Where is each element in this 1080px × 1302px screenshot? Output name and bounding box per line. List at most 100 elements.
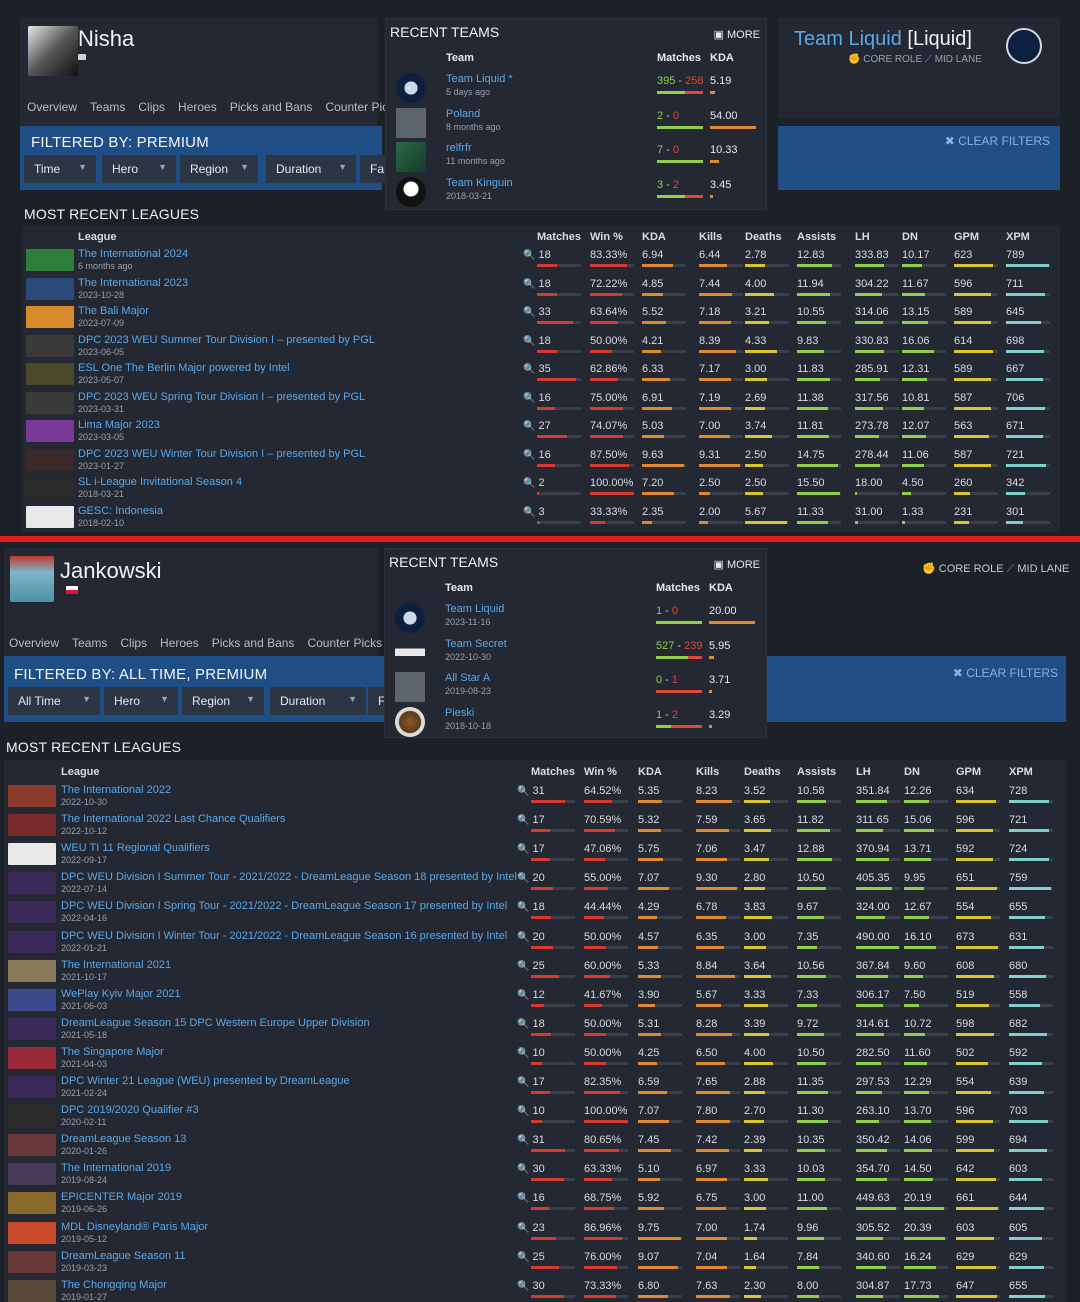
league-row[interactable]: GESC: Indonesia 2018-02-10 🔍 3 33.33% 2.35 2.0…	[22, 503, 1060, 532]
league-row[interactable]: The Bali Major 2023-07-09 🔍 33 63.64% 5.52 7.1…	[22, 303, 1060, 332]
search-icon[interactable]: 🔍	[517, 990, 529, 1001]
search-icon[interactable]: 🔍	[517, 1048, 529, 1059]
col-kills[interactable]: Kills	[696, 766, 719, 778]
league-row[interactable]: The International 2021 2021-10-17 🔍 25 60.00…	[4, 957, 1066, 986]
cell-matches[interactable]: 🔍 17	[517, 1076, 545, 1088]
cell-matches[interactable]: 🔍 10	[517, 1047, 545, 1059]
col-assists[interactable]: Assists	[797, 231, 836, 243]
team-row[interactable]: Team Kinguin 2018-03-21 3 - 2 3.45	[392, 175, 762, 209]
nav-clips[interactable]: Clips	[138, 100, 165, 114]
cell-matches[interactable]: 🔍 31	[517, 1134, 545, 1146]
col-gpm[interactable]: GPM	[954, 231, 979, 243]
league-row[interactable]: DPC WEU Division I Winter Tour - 2021/20…	[4, 928, 1066, 957]
league-row[interactable]: DreamLeague Season 15 DPC Western Europe…	[4, 1015, 1066, 1044]
search-icon[interactable]: 🔍	[517, 932, 529, 943]
search-icon[interactable]: 🔍	[517, 1164, 529, 1175]
search-icon[interactable]: 🔍	[523, 478, 535, 489]
search-icon[interactable]: 🔍	[517, 1135, 529, 1146]
cell-matches[interactable]: 🔍 18	[517, 901, 545, 913]
search-icon[interactable]: 🔍	[517, 1077, 529, 1088]
cell-matches[interactable]: 🔍 17	[517, 843, 545, 855]
search-icon[interactable]: 🔍	[517, 902, 529, 913]
search-icon[interactable]: 🔍	[517, 1106, 529, 1117]
col-lh[interactable]: LH	[855, 231, 870, 243]
league-row[interactable]: DPC 2023 WEU Winter Tour Division I – pr…	[22, 446, 1060, 475]
search-icon[interactable]: 🔍	[523, 450, 535, 461]
col-xpm[interactable]: XPM	[1009, 766, 1033, 778]
league-name[interactable]: DPC 2019/2020 Qualifier #3	[61, 1104, 199, 1116]
search-icon[interactable]: 🔍	[517, 815, 529, 826]
filter-time[interactable]: Time ▼	[24, 155, 96, 183]
league-name[interactable]: DreamLeague Season 15 DPC Western Europe…	[61, 1017, 370, 1029]
filter-region[interactable]: Region ▼	[182, 687, 264, 715]
team-name[interactable]: Team Liquid *	[446, 73, 513, 85]
cell-matches[interactable]: 🔍 18	[517, 1018, 545, 1030]
team-name[interactable]: Team Liquid	[445, 603, 504, 615]
col-league[interactable]: League	[78, 231, 117, 243]
col-kda[interactable]: KDA	[642, 231, 666, 243]
league-name[interactable]: The International 2023	[78, 277, 188, 289]
filter-region[interactable]: Region ▼	[180, 155, 258, 183]
cell-matches[interactable]: 🔍 18	[523, 278, 551, 290]
search-icon[interactable]: 🔍	[523, 250, 535, 261]
player-avatar[interactable]	[10, 556, 54, 602]
more-link[interactable]: ▣ MORE	[714, 558, 760, 571]
league-row[interactable]: DreamLeague Season 11 2019-03-23 🔍 25 76.00%…	[4, 1248, 1066, 1277]
search-icon[interactable]: 🔍	[517, 1193, 529, 1204]
league-row[interactable]: DPC 2023 WEU Summer Tour Division I – pr…	[22, 332, 1060, 361]
search-icon[interactable]: 🔍	[523, 364, 535, 375]
team-row[interactable]: All Star A 2019-08-23 0 - 1 3.71	[391, 670, 761, 704]
league-row[interactable]: Lima Major 2023 2023-03-05 🔍 27 74.07% 5.03 7.…	[22, 417, 1060, 446]
cell-matches[interactable]: 🔍 10	[517, 1105, 545, 1117]
clear-filters-button[interactable]: ✖ CLEAR FILTERS	[953, 666, 1058, 680]
team-name[interactable]: relfrfr	[446, 142, 472, 154]
nav-overview[interactable]: Overview	[27, 100, 77, 114]
league-row[interactable]: The International 2022 2022-10-30 🔍 31 64.52…	[4, 782, 1066, 811]
col-dn[interactable]: DN	[902, 231, 918, 243]
cell-matches[interactable]: 🔍 12	[517, 989, 545, 1001]
league-row[interactable]: The Chongqing Major 2019-01-27 🔍 30 73.33% 6.…	[4, 1277, 1066, 1302]
nav-overview[interactable]: Overview	[9, 636, 59, 650]
league-name[interactable]: DPC WEU Division I Summer Tour - 2021/20…	[61, 871, 517, 883]
search-icon[interactable]: 🔍	[517, 786, 529, 797]
league-name[interactable]: Lima Major 2023	[78, 419, 160, 431]
cell-matches[interactable]: 🔍 2	[523, 477, 545, 489]
search-icon[interactable]: 🔍	[523, 421, 535, 432]
col-xpm[interactable]: XPM	[1006, 231, 1030, 243]
cell-matches[interactable]: 🔍 3	[523, 506, 545, 518]
col-matches[interactable]: Matches	[531, 766, 575, 778]
filter-duration[interactable]: Duration ▼	[270, 687, 366, 715]
search-icon[interactable]: 🔍	[523, 507, 535, 518]
col-kda[interactable]: KDA	[638, 766, 662, 778]
nav-picks-bans[interactable]: Picks and Bans	[212, 636, 295, 650]
nav-picks-bans[interactable]: Picks and Bans	[230, 100, 313, 114]
league-name[interactable]: DreamLeague Season 13	[61, 1133, 186, 1145]
search-icon[interactable]: 🔍	[523, 336, 535, 347]
col-dn[interactable]: DN	[904, 766, 920, 778]
league-name[interactable]: DPC 2023 WEU Spring Tour Division I – pr…	[78, 391, 365, 403]
league-name[interactable]: ESL One The Berlin Major powered by Inte…	[78, 362, 290, 374]
cell-matches[interactable]: 🔍 16	[523, 449, 551, 461]
league-name[interactable]: The International 2022 Last Chance Quali…	[61, 813, 285, 825]
league-row[interactable]: WePlay Kyiv Major 2021 2021-06-03 🔍 12 41.67…	[4, 986, 1066, 1015]
league-name[interactable]: DPC Winter 21 League (WEU) presented by …	[61, 1075, 350, 1087]
league-name[interactable]: WEU TI 11 Regional Qualifiers	[61, 842, 210, 854]
cell-matches[interactable]: 🔍 31	[517, 785, 545, 797]
league-name[interactable]: The International 2024	[78, 248, 188, 260]
team-name[interactable]: All Star A	[445, 672, 490, 684]
league-name[interactable]: DPC 2023 WEU Winter Tour Division I – pr…	[78, 448, 365, 460]
team-row[interactable]: Poland 8 months ago 2 - 0 54.00	[392, 106, 762, 140]
cell-matches[interactable]: 🔍 33	[523, 306, 551, 318]
cell-matches[interactable]: 🔍 27	[523, 420, 551, 432]
cell-matches[interactable]: 🔍 18	[523, 249, 551, 261]
league-name[interactable]: DPC WEU Division I Winter Tour - 2021/20…	[61, 930, 507, 942]
nav-teams[interactable]: Teams	[72, 636, 107, 650]
nav-teams[interactable]: Teams	[90, 100, 125, 114]
col-lh[interactable]: LH	[856, 766, 871, 778]
cell-matches[interactable]: 🔍 18	[523, 335, 551, 347]
search-icon[interactable]: 🔍	[523, 279, 535, 290]
search-icon[interactable]: 🔍	[517, 1281, 529, 1292]
league-name[interactable]: The International 2022	[61, 784, 171, 796]
col-kills[interactable]: Kills	[699, 231, 722, 243]
league-row[interactable]: DreamLeague Season 13 2020-01-26 🔍 31 80.65%…	[4, 1131, 1066, 1160]
